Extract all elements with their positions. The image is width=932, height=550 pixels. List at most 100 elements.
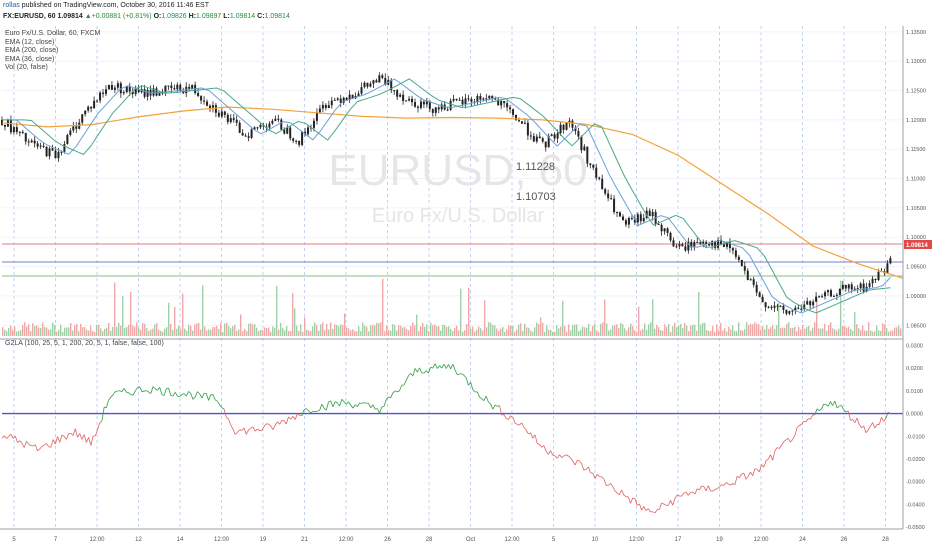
volume-bar bbox=[6, 331, 8, 336]
volume-bar bbox=[580, 329, 582, 336]
volume-bar bbox=[102, 331, 104, 336]
volume-bar bbox=[4, 329, 6, 336]
volume-bar bbox=[720, 322, 722, 336]
volume-bar bbox=[26, 326, 28, 336]
indicator-g2la[interactable]: G2LA (100, 25, 5, 1, 200, 20, 5, 1, fals… bbox=[5, 340, 164, 349]
volume-bar bbox=[212, 327, 214, 336]
candle-body bbox=[102, 92, 105, 94]
volume-bar bbox=[862, 325, 864, 336]
candle-body bbox=[589, 163, 592, 165]
volume-bar bbox=[274, 327, 276, 336]
volume-bar bbox=[380, 322, 382, 336]
candle-body bbox=[604, 189, 607, 194]
candle-body bbox=[832, 295, 835, 297]
candle-body bbox=[562, 124, 565, 130]
price-tick: 1.13000 bbox=[906, 59, 926, 65]
indicator-ema200[interactable]: EMA (200, close) bbox=[5, 47, 100, 56]
volume-bar bbox=[104, 328, 106, 336]
volume-bar bbox=[352, 329, 354, 336]
volume-bar bbox=[802, 324, 804, 336]
candle-body bbox=[72, 126, 75, 131]
volume-bar bbox=[842, 326, 844, 336]
volume-bar bbox=[476, 329, 478, 336]
volume-bar bbox=[376, 322, 378, 336]
volume-bar bbox=[182, 293, 184, 336]
volume-bar bbox=[356, 331, 358, 336]
volume-bar bbox=[396, 330, 398, 336]
candle-body bbox=[461, 99, 464, 105]
volume-bar bbox=[786, 323, 788, 336]
volume-bar bbox=[408, 330, 410, 336]
volume-bar bbox=[286, 326, 288, 336]
volume-bar bbox=[694, 324, 696, 336]
candle-body bbox=[271, 120, 274, 124]
candle-body bbox=[289, 127, 292, 139]
candle-body bbox=[283, 129, 286, 134]
volume-bar bbox=[436, 326, 438, 336]
volume-bar bbox=[512, 325, 514, 336]
osc-tick: -0.0400 bbox=[906, 502, 925, 508]
volume-bar bbox=[804, 328, 806, 336]
volume-bar bbox=[336, 324, 338, 336]
volume-bar bbox=[378, 323, 380, 336]
volume-bar bbox=[670, 331, 672, 336]
volume-bar bbox=[836, 330, 838, 336]
time-tick: 19 bbox=[260, 537, 267, 543]
volume-bar bbox=[314, 322, 316, 336]
volume-bar bbox=[708, 330, 710, 336]
candle-body bbox=[375, 80, 378, 83]
volume-bar bbox=[244, 328, 246, 336]
author-link[interactable]: rollas bbox=[3, 2, 20, 9]
volume-bar bbox=[798, 326, 800, 336]
volume-bar bbox=[344, 313, 346, 336]
candle-body bbox=[104, 89, 107, 94]
candle-body bbox=[333, 99, 336, 101]
candle-body bbox=[624, 220, 627, 225]
indicator-ema12[interactable]: EMA (12, close) bbox=[5, 39, 100, 48]
volume-bar bbox=[774, 329, 776, 336]
volume-bar bbox=[612, 325, 614, 336]
volume-bar bbox=[140, 329, 142, 336]
volume-bar bbox=[136, 322, 138, 336]
candle-body bbox=[740, 259, 743, 267]
volume-bar bbox=[446, 326, 448, 336]
volume-bar bbox=[586, 327, 588, 336]
candle-body bbox=[663, 228, 666, 232]
chart-canvas[interactable]: EURUSD, 60 Euro Fx/U.S. Dollar 1.135001.… bbox=[0, 0, 932, 550]
volume-bar bbox=[198, 323, 200, 336]
indicator-main[interactable]: Euro Fx/U.S. Dollar, 60, FXCM bbox=[5, 30, 100, 39]
indicator-ema36[interactable]: EMA (36, close) bbox=[5, 56, 100, 65]
candle-body bbox=[526, 122, 529, 136]
volume-bar bbox=[678, 325, 680, 336]
candle-body bbox=[859, 283, 862, 289]
volume-bar bbox=[682, 327, 684, 336]
volume-bar bbox=[350, 330, 352, 336]
candle-body bbox=[651, 211, 654, 217]
candle-body bbox=[788, 311, 791, 314]
volume-bar bbox=[334, 324, 336, 336]
volume-bar bbox=[390, 330, 392, 336]
volume-bar bbox=[546, 325, 548, 336]
volume-bar bbox=[758, 324, 760, 336]
volume-bar bbox=[210, 329, 212, 336]
candle-body bbox=[550, 134, 553, 136]
volume-bar bbox=[304, 317, 306, 336]
oscillator-segment bbox=[375, 408, 378, 410]
volume-bar bbox=[526, 327, 528, 336]
candle-body bbox=[809, 301, 812, 306]
candle-body bbox=[96, 100, 99, 102]
volume-bar bbox=[172, 329, 174, 336]
indicator-vol[interactable]: Vol (20, false) bbox=[5, 64, 100, 73]
volume-bar bbox=[90, 325, 92, 336]
candle-body bbox=[241, 132, 244, 136]
candle-body bbox=[509, 107, 512, 110]
volume-bar bbox=[30, 331, 32, 336]
osc-tick: 0.0100 bbox=[906, 389, 923, 395]
volume-bar bbox=[36, 325, 38, 336]
volume-bar bbox=[278, 329, 280, 336]
candle-body bbox=[544, 141, 547, 148]
candle-body bbox=[286, 127, 289, 134]
volume-bar bbox=[186, 330, 188, 336]
candle-body bbox=[696, 242, 699, 244]
oscillator-segment bbox=[130, 394, 134, 396]
